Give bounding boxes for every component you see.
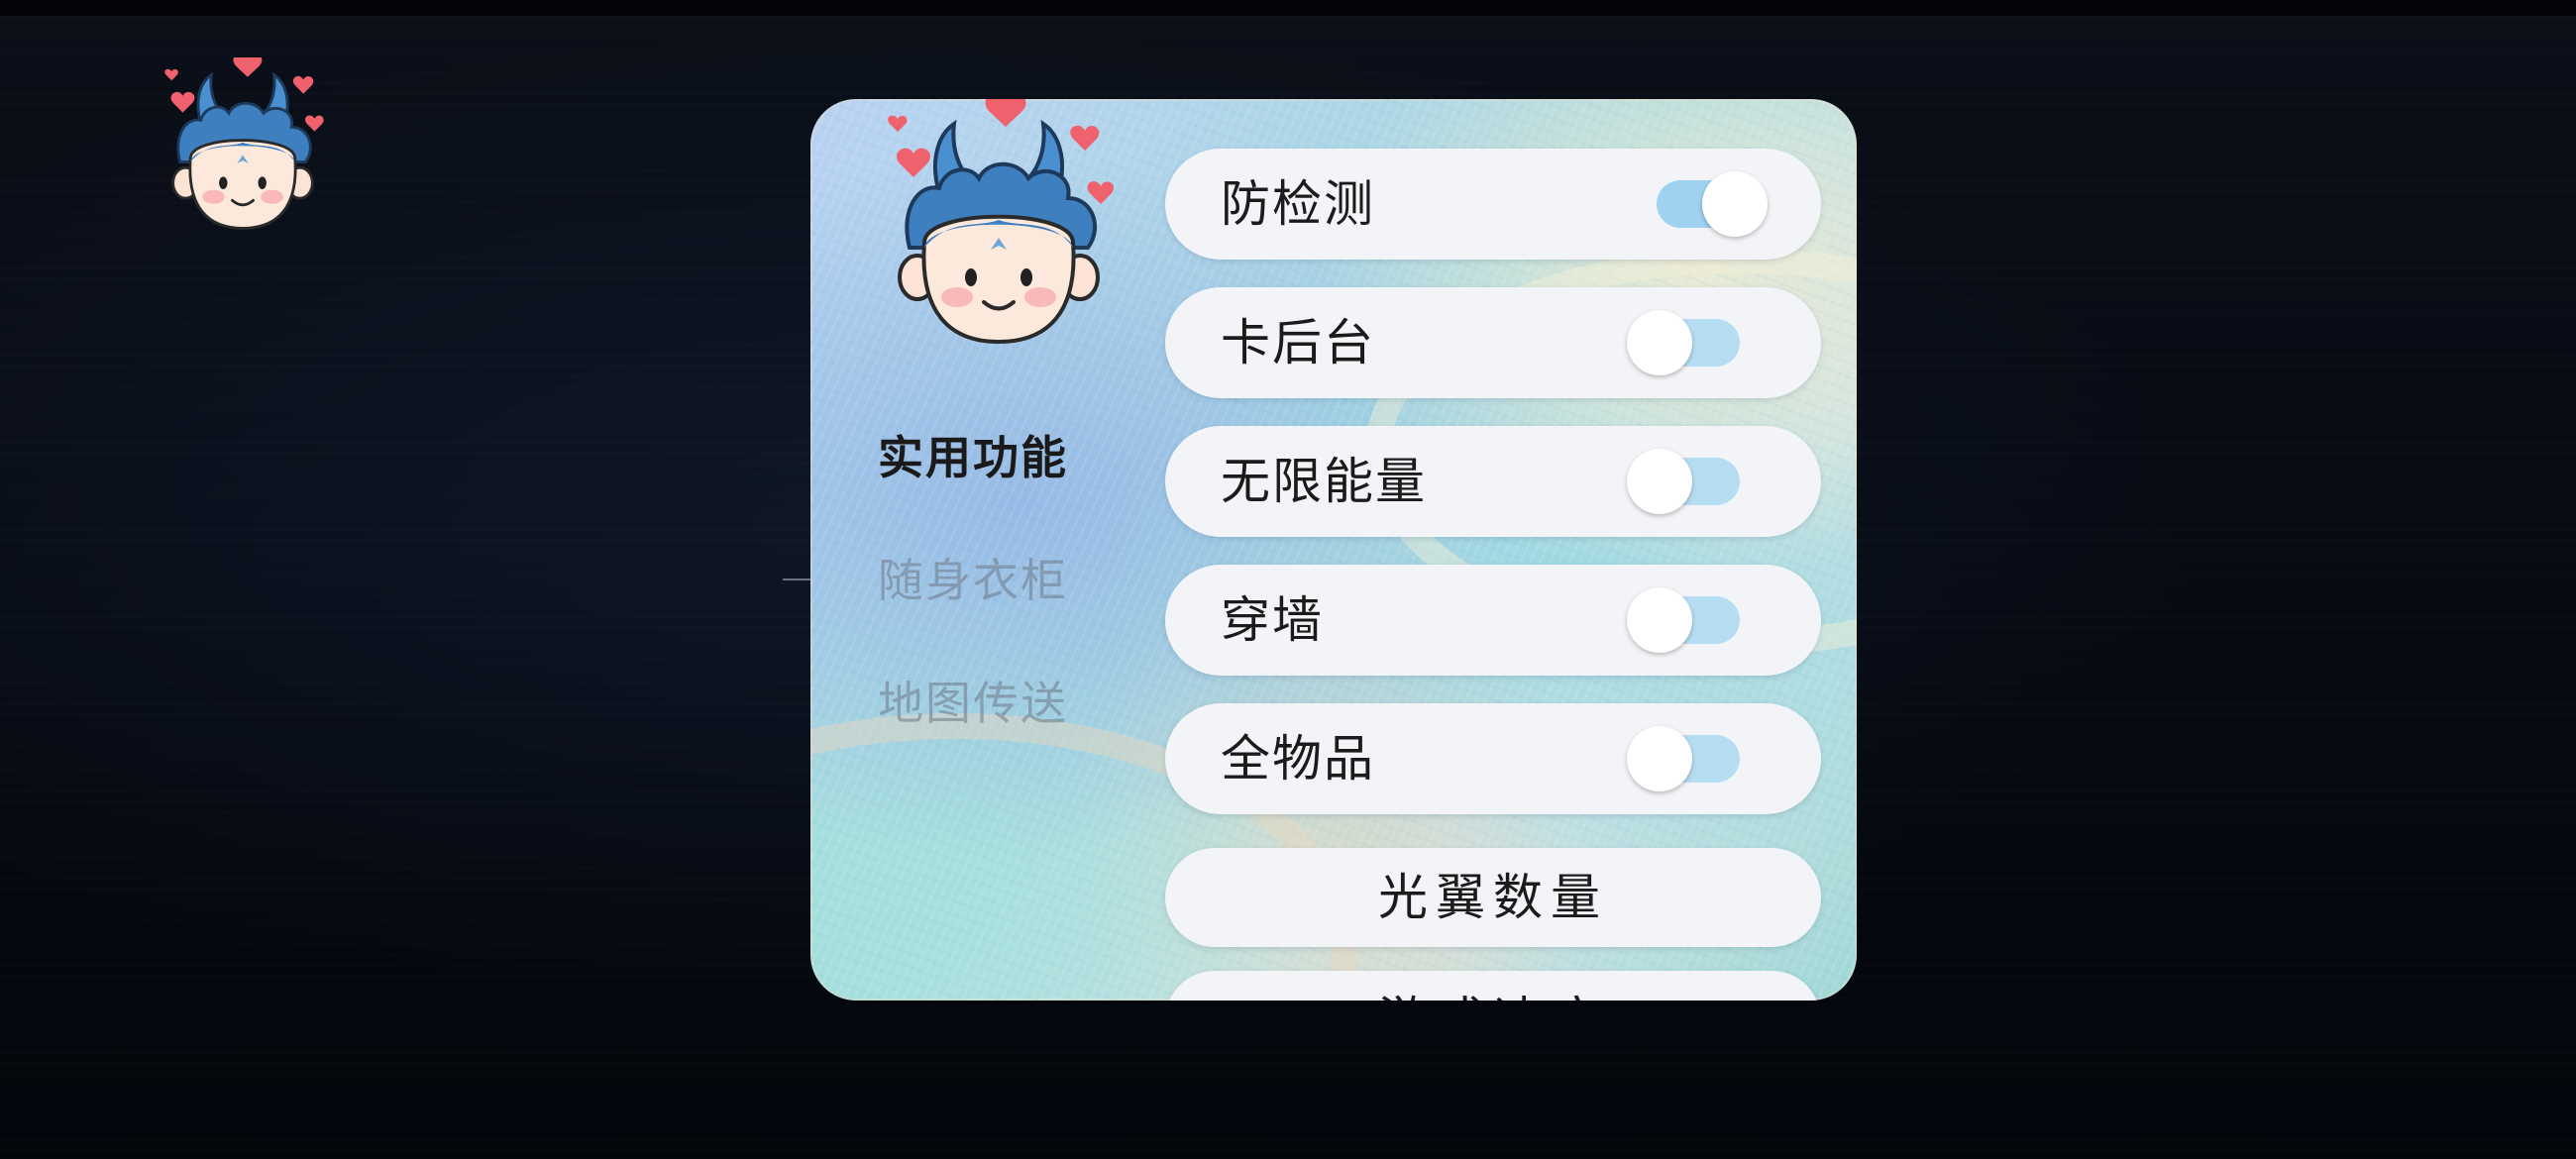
all-items-toggle[interactable] bbox=[1627, 726, 1740, 791]
option-row-wall-clip: 穿墙 bbox=[1165, 565, 1821, 676]
side-menu: 实用功能 随身衣柜 地图传送 bbox=[878, 396, 1116, 765]
option-row-all-items: 全物品 bbox=[1165, 703, 1821, 814]
panel-avatar bbox=[870, 99, 1127, 367]
option-label: 全物品 bbox=[1221, 730, 1375, 788]
top-status-strip bbox=[0, 0, 2576, 16]
side-menu-item-wardrobe[interactable]: 随身衣柜 bbox=[878, 519, 1116, 642]
option-label: 无限能量 bbox=[1221, 453, 1427, 510]
infinite-energy-toggle[interactable] bbox=[1627, 449, 1740, 514]
keep-background-toggle[interactable] bbox=[1627, 310, 1740, 375]
toggle-knob bbox=[1627, 587, 1692, 653]
devil-boy-avatar-icon bbox=[164, 53, 324, 230]
option-label: 卡后台 bbox=[1221, 314, 1375, 371]
devil-boy-avatar-icon bbox=[888, 99, 1115, 345]
toggle-knob bbox=[1627, 449, 1692, 514]
option-row-keep-background: 卡后台 bbox=[1165, 287, 1821, 398]
option-label: 穿墙 bbox=[1221, 591, 1324, 649]
panel-edge-indicator bbox=[783, 579, 810, 580]
toggle-knob bbox=[1627, 726, 1692, 791]
wing-count-label: 光翼数量 bbox=[1378, 869, 1608, 926]
side-menu-item-map-teleport[interactable]: 地图传送 bbox=[878, 642, 1116, 765]
option-row-anti-detect: 防检测 bbox=[1165, 149, 1821, 260]
toggle-knob bbox=[1702, 171, 1768, 237]
anti-detect-toggle[interactable] bbox=[1657, 171, 1768, 237]
floating-launcher-button[interactable] bbox=[149, 53, 337, 246]
wing-count-button[interactable]: 光翼数量 bbox=[1165, 848, 1821, 947]
option-row-infinite-energy: 无限能量 bbox=[1165, 426, 1821, 537]
game-speed-label: 游戏速度 bbox=[1165, 971, 1821, 1001]
wall-clip-toggle[interactable] bbox=[1627, 587, 1740, 653]
cheat-menu-panel: 实用功能 随身衣柜 地图传送 防检测 卡后台 无限能量 穿墙 全物品 光翼数量 … bbox=[810, 99, 1857, 1001]
toggle-knob bbox=[1627, 310, 1692, 375]
side-menu-item-utilities[interactable]: 实用功能 bbox=[878, 396, 1116, 519]
game-speed-button[interactable]: 游戏速度 bbox=[1165, 971, 1821, 1001]
option-label: 防检测 bbox=[1221, 175, 1375, 233]
